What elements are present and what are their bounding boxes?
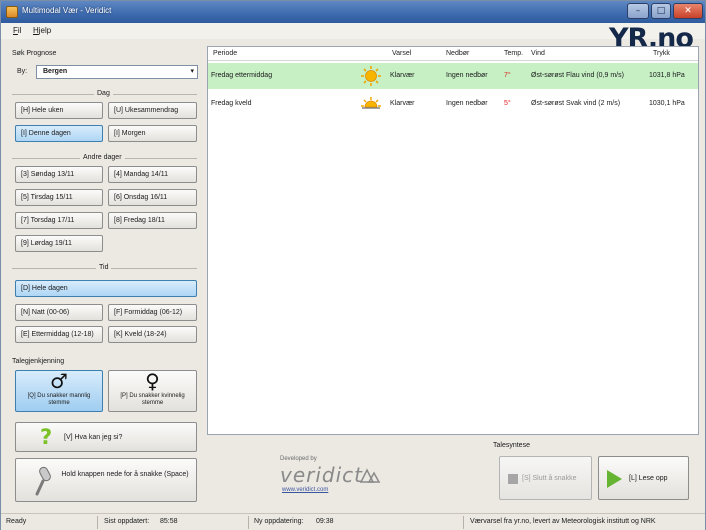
pressure-cell: 1031,8 hPa (649, 72, 685, 79)
temp-cell: 7° (504, 72, 511, 79)
sun-icon (361, 66, 381, 86)
title-bar[interactable]: Multimodal Vær - Veridict – □ ✕ (1, 1, 705, 23)
stop-speaking-label: [S] Slutt å snakke (522, 475, 577, 482)
push-to-talk-button[interactable]: Hold knappen nede for å snakke (Space) (15, 458, 197, 502)
stop-speaking-button[interactable]: [S] Slutt å snakke (499, 456, 592, 500)
status-bar: Ready Sist oppdatert: 85:58 Ny oppdateri… (1, 513, 705, 530)
day-button-wednesday[interactable]: [6] Onsdag 16/11 (108, 189, 197, 206)
other-days-title: Andre dager (80, 154, 125, 161)
next-update-value: 09:38 (316, 518, 334, 525)
menu-help-label: jelp (38, 26, 52, 35)
header-divider (208, 60, 698, 61)
day-button-saturday[interactable]: [9] Lørdag 19/11 (15, 235, 103, 252)
today-button[interactable]: [I] Denne dagen (15, 125, 103, 142)
precip-cell: Ingen nedbør (446, 100, 488, 107)
developed-by-label: Developed by (280, 456, 317, 462)
veridict-logo: veridict (280, 463, 364, 487)
day-button-sunday[interactable]: [3] Søndag 13/11 (15, 166, 103, 183)
sunset-icon (361, 97, 381, 109)
evening-button[interactable]: [K] Kveld (18-24) (108, 326, 197, 343)
city-label: By: (17, 68, 28, 75)
day-button-monday[interactable]: [4] Mandag 14/11 (108, 166, 197, 183)
minimize-button[interactable]: – (627, 3, 649, 19)
last-update-value: 85:58 (160, 518, 178, 525)
male-voice-label: [Q] Du snakker mannlig stemme (27, 393, 91, 406)
morning-period-button[interactable]: [F] Formiddag (06-12) (108, 304, 197, 321)
pressure-cell: 1030,1 hPa (649, 100, 685, 107)
close-button[interactable]: ✕ (673, 3, 703, 19)
header-forecast: Varsel (392, 50, 412, 57)
last-update-label: Sist oppdatert: (104, 518, 150, 525)
stop-icon (508, 474, 518, 484)
temp-cell: 5° (504, 100, 511, 107)
tomorrow-button[interactable]: [I] Morgen (108, 125, 197, 142)
forecast-cell: Klarvær (390, 100, 415, 107)
header-pressure: Trykk (653, 50, 670, 57)
tts-section-label: Talesyntese (493, 442, 530, 449)
afternoon-button[interactable]: [E] Ettermiddag (12-18) (15, 326, 103, 343)
read-aloud-button[interactable]: [L] Lese opp (598, 456, 689, 500)
male-voice-button[interactable]: ♂ [Q] Du snakker mannlig stemme (15, 370, 103, 412)
app-icon (6, 6, 18, 18)
microphone-icon (35, 466, 51, 496)
female-icon: ♀ (145, 369, 160, 393)
voice-section-label: Talegjenkjenning (12, 358, 65, 365)
menu-file-label: il (17, 26, 22, 35)
city-value: Bergen (43, 68, 68, 75)
forecast-table[interactable]: Periode Varsel Nedbør Temp. Vind Trykk F… (207, 46, 699, 435)
table-row[interactable]: Fredag ettermiddag Klarvær Ingen nedbør … (208, 63, 698, 89)
header-period: Periode (213, 50, 238, 57)
wind-cell: Øst-sørøst Flau vind (0,9 m/s) (531, 72, 624, 79)
whole-day-button[interactable]: [D] Hele dagen (15, 280, 197, 297)
data-source-text: Værvarsel fra yr.no, levert av Meteorolo… (470, 518, 656, 525)
wind-cell: Øst-sørøst Svak vind (2 m/s) (531, 100, 621, 107)
window-title: Multimodal Vær - Veridict (22, 6, 112, 15)
play-icon (607, 470, 622, 488)
period-cell: Fredag kveld (211, 100, 252, 107)
male-icon: ♂ (50, 369, 68, 393)
chevron-down-icon: ▾ (190, 67, 194, 75)
status-separator (97, 516, 98, 529)
read-aloud-label: [L] Lese opp (629, 475, 668, 482)
night-button[interactable]: [N] Natt (00-06) (15, 304, 103, 321)
day-button-tuesday[interactable]: [5] Tirsdag 15/11 (15, 189, 103, 206)
day-button-thursday[interactable]: [7] Torsdag 17/11 (15, 212, 103, 229)
help-button[interactable]: ? [V] Hva kan jeg si? (15, 422, 197, 452)
veridict-link[interactable]: www.veridict.com (282, 487, 328, 493)
search-section-label: Søk Prognose (12, 50, 57, 57)
push-to-talk-label: Hold knappen nede for å snakke (Space) (61, 471, 189, 478)
table-row[interactable]: Fredag kveld Klarvær Ingen nedbør 5° Øst… (208, 91, 698, 117)
whole-week-button[interactable]: [H] Hele uken (15, 102, 103, 119)
city-select[interactable]: Bergen ▾ (36, 65, 198, 79)
period-cell: Fredag ettermiddag (211, 72, 273, 79)
status-separator (248, 516, 249, 529)
header-precip: Nedbør (446, 50, 470, 57)
menu-bar: Fil Hjelp (1, 23, 705, 39)
precip-cell: Ingen nedbør (446, 72, 488, 79)
week-summary-button[interactable]: [U] Ukesammendrag (108, 102, 197, 119)
day-group-title: Dag (94, 90, 113, 97)
menu-file[interactable]: Fil (13, 26, 21, 35)
header-temp: Temp. (504, 50, 524, 57)
female-voice-button[interactable]: ♀ [P] Du snakker kvinnelig stemme (108, 370, 197, 412)
question-icon: ? (40, 425, 53, 449)
status-state: Ready (6, 518, 27, 525)
day-button-friday[interactable]: [8] Fredag 18/11 (108, 212, 197, 229)
forecast-cell: Klarvær (390, 72, 415, 79)
status-separator (463, 516, 464, 529)
time-group-title: Tid (96, 264, 112, 271)
veridict-mark-icon (359, 468, 381, 483)
header-wind: Vind (531, 50, 545, 57)
help-button-label: [V] Hva kan jeg si? (64, 434, 123, 441)
app-window: Multimodal Vær - Veridict – □ ✕ Fil Hjel… (0, 0, 706, 530)
maximize-button[interactable]: □ (651, 3, 671, 19)
next-update-label: Ny oppdatering: (254, 518, 304, 525)
menu-help[interactable]: Hjelp (33, 26, 51, 35)
female-voice-label: [P] Du snakker kvinnelig stemme (120, 393, 185, 406)
